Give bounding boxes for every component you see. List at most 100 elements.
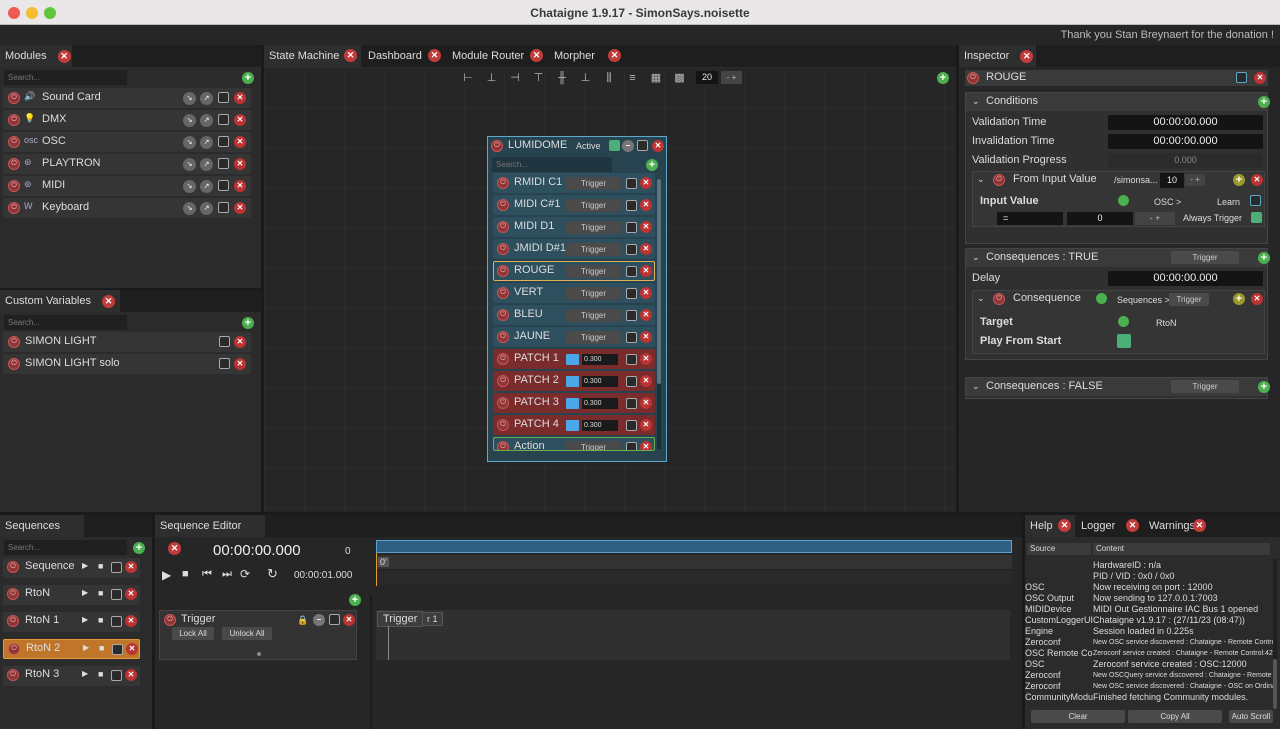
remove-icon[interactable]: ✕ — [125, 615, 137, 627]
consequences-false-trigger-button[interactable]: Trigger — [1171, 380, 1239, 393]
power-icon[interactable]: ⏻ — [497, 177, 509, 189]
resize-handle[interactable] — [257, 652, 261, 656]
add-consequence-button[interactable]: + — [1258, 252, 1270, 264]
log-column-source[interactable]: Source — [1027, 543, 1091, 555]
add-module-button[interactable]: + — [242, 72, 254, 84]
enable-checkbox[interactable] — [626, 200, 637, 211]
minimize-icon[interactable]: – — [622, 140, 634, 152]
enable-checkbox[interactable] — [218, 136, 229, 147]
timeline-range-bar[interactable] — [376, 540, 1012, 553]
enable-checkbox[interactable] — [626, 420, 637, 431]
power-icon[interactable]: ⏻ — [7, 615, 19, 627]
module-row[interactable]: ⏻ 🔊 Sound Card ↘ ↗ ✕ — [3, 88, 251, 108]
remove-icon[interactable]: ✕ — [234, 358, 246, 370]
consequence-trigger-button[interactable]: Trigger — [1169, 293, 1209, 306]
variable-row[interactable]: ⏻ SIMON LIGHT solo ✕ — [3, 354, 251, 374]
enable-checkbox[interactable] — [1236, 72, 1247, 83]
state-search-input[interactable]: Search... — [492, 157, 612, 172]
enable-checkbox[interactable] — [626, 398, 637, 409]
tab-state-machine[interactable]: State Machine ✕ — [264, 45, 361, 67]
remove-icon[interactable]: ✕ — [125, 669, 137, 681]
add-consequence-button[interactable]: + — [1258, 381, 1270, 393]
variables-search-input[interactable]: Search... — [4, 315, 127, 330]
enable-checkbox[interactable] — [626, 266, 637, 277]
play-icon[interactable]: ▶ — [162, 568, 171, 582]
enable-checkbox[interactable] — [218, 114, 229, 125]
add-icon[interactable]: + — [1233, 293, 1245, 305]
enable-checkbox[interactable] — [218, 92, 229, 103]
add-action-button[interactable]: + — [646, 159, 658, 171]
state-action-row[interactable]: ⏻ RMIDI C1 Trigger ✕ — [493, 173, 655, 193]
state-action-row[interactable]: ⏻ PATCH 3 0.300 ✕ — [493, 393, 655, 413]
module-row[interactable]: ⏻ W Keyboard ↘ ↗ ✕ — [3, 198, 251, 218]
add-variable-button[interactable]: + — [242, 317, 254, 329]
stop-icon[interactable]: ■ — [98, 561, 103, 571]
learn-checkbox[interactable] — [1250, 195, 1261, 206]
close-icon[interactable]: ✕ — [1058, 519, 1071, 532]
align-center-v-icon[interactable]: ╫ — [555, 71, 569, 85]
loop-icon[interactable]: ⟳ — [240, 567, 250, 581]
compare-value-stepper[interactable]: - + — [1135, 212, 1175, 225]
remove-icon[interactable]: ✕ — [234, 92, 246, 104]
distribute-h-icon[interactable]: ⫼ — [602, 71, 616, 85]
enable-checkbox[interactable] — [626, 354, 637, 365]
previous-icon[interactable]: ⏮ — [202, 568, 212, 581]
play-icon[interactable]: ▶ — [82, 669, 88, 678]
copy-all-button[interactable]: Copy All — [1128, 710, 1222, 723]
power-icon[interactable]: ⏻ — [993, 174, 1005, 186]
remove-icon[interactable]: ✕ — [640, 375, 652, 387]
count-field[interactable]: 10 — [1160, 173, 1184, 188]
enable-checkbox[interactable] — [218, 180, 229, 191]
power-icon[interactable]: ⏻ — [497, 221, 509, 233]
power-icon[interactable]: ⏻ — [8, 158, 20, 170]
play-from-start-checkbox[interactable] — [1117, 334, 1131, 348]
sequence-row[interactable]: ⏻ RtoN 3 ▶ ■ ✕ — [3, 666, 140, 686]
trigger-button[interactable]: Trigger — [566, 441, 621, 450]
sequence-row[interactable]: ⏻ RtoN ▶ ■ ✕ — [3, 585, 140, 605]
next-icon[interactable]: ⏭ — [222, 568, 232, 581]
sequence-row[interactable]: ⏻ RtoN 1 ▶ ■ ✕ — [3, 612, 140, 632]
modules-search-input[interactable]: Search... — [4, 70, 127, 85]
power-icon[interactable]: ⏻ — [8, 202, 20, 214]
power-icon[interactable]: ⏻ — [497, 375, 509, 387]
power-icon[interactable]: ⏻ — [497, 397, 509, 409]
stop-icon[interactable]: ■ — [182, 568, 189, 580]
stop-icon[interactable]: ■ — [98, 615, 103, 625]
count-stepper[interactable]: - + — [1185, 174, 1205, 186]
remove-icon[interactable]: ✕ — [234, 180, 246, 192]
tab-help[interactable]: Help ✕ — [1025, 515, 1075, 537]
remove-icon[interactable]: ✕ — [343, 614, 355, 626]
power-icon[interactable]: ⏻ — [497, 353, 509, 365]
collapse-icon[interactable]: ⌄ — [977, 174, 985, 185]
trigger-button[interactable]: Trigger — [566, 199, 621, 212]
close-icon[interactable]: ✕ — [1020, 49, 1034, 63]
power-icon[interactable]: ⏻ — [8, 114, 20, 126]
add-sequence-button[interactable]: + — [133, 542, 145, 554]
state-action-row[interactable]: ⏻ ROUGE Trigger ✕ — [493, 261, 655, 281]
always-trigger-checkbox[interactable] — [1251, 212, 1262, 223]
tab-sequences[interactable]: Sequences ✕ — [0, 515, 84, 555]
clear-log-button[interactable]: Clear — [1031, 710, 1125, 723]
power-icon[interactable]: ⏻ — [7, 588, 19, 600]
enable-checkbox[interactable] — [626, 244, 637, 255]
power-icon[interactable]: ⏻ — [497, 243, 509, 255]
sequences-search-input[interactable]: Search... — [4, 540, 127, 555]
power-icon[interactable]: ⏻ — [497, 265, 509, 277]
unlock-all-button[interactable]: Unlock All — [222, 627, 272, 640]
align-center-h-icon[interactable]: ⊥ — [485, 71, 499, 85]
snap-grid-icon[interactable]: ▩ — [673, 71, 687, 85]
trigger-button[interactable]: Trigger — [566, 265, 621, 278]
tab-sequence-editor[interactable]: Sequence Editor ✕ — [155, 515, 265, 555]
play-icon[interactable]: ▶ — [83, 643, 89, 652]
close-icon[interactable]: ✕ — [344, 49, 357, 62]
state-action-row[interactable]: ⏻ JMIDI D#1 Trigger ✕ — [493, 239, 655, 259]
stop-icon[interactable]: ■ — [99, 643, 104, 653]
value-field[interactable]: 0.300 — [582, 376, 618, 387]
state-action-row[interactable]: ⏻ JAUNE Trigger ✕ — [493, 327, 655, 347]
enable-checkbox[interactable] — [626, 222, 637, 233]
active-checkbox[interactable] — [609, 140, 620, 151]
remove-icon[interactable]: ✕ — [640, 221, 652, 233]
log-scrollbar[interactable] — [1273, 559, 1277, 709]
sequence-row[interactable]: ⏻ RtoN 2 ▶ ■ ✕ — [3, 639, 140, 659]
tab-morpher[interactable]: Morpher ✕ — [549, 45, 625, 67]
